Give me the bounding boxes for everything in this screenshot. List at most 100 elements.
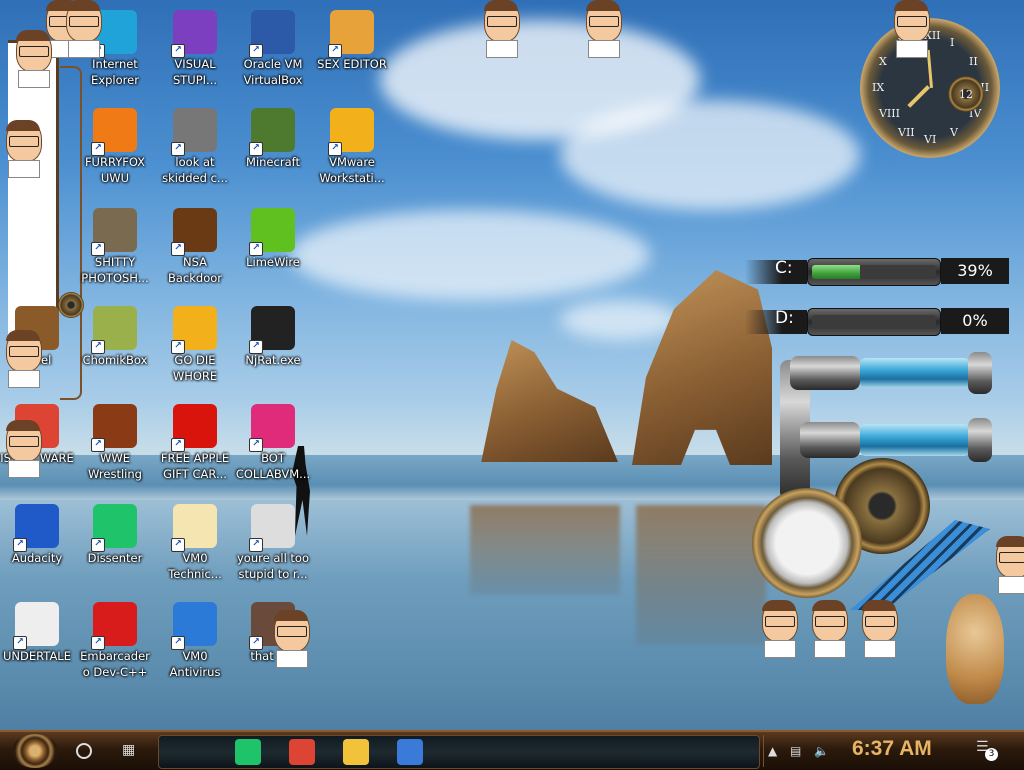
desktop-icon-label: FURRYFOX UWU [84, 155, 146, 185]
drive-meter-c: C: 39% [745, 254, 1010, 288]
desktop-icon[interactable]: ↗ ChomikBox [75, 302, 155, 392]
search-circle-icon[interactable] [76, 743, 92, 759]
shield-icon: ↗ [171, 602, 217, 650]
start-button[interactable] [12, 734, 58, 768]
desktop-icon[interactable]: ↗ VMware Workstati... [312, 104, 392, 194]
shortcut-arrow-icon: ↗ [249, 340, 263, 354]
cartoon-man-sticker [856, 600, 902, 658]
desktop-icon-label: NjRat.exe [245, 353, 301, 367]
sticker-body [8, 460, 40, 478]
glasses-icon [815, 616, 845, 627]
cartoon-man-sticker [580, 0, 626, 58]
desktop-icon[interactable]: ↗ look at skidded c... [155, 104, 235, 194]
desktop-icon[interactable]: ↗ BOT COLLABVM... [233, 400, 313, 490]
firefox-icon: ↗ [91, 108, 137, 156]
cartoon-man-sticker [0, 420, 46, 478]
desktop-icon-label: look at skidded c... [162, 155, 228, 185]
chrome-taskbar-icon[interactable] [289, 739, 315, 765]
desktop-icon[interactable]: ↗ Dissenter [75, 500, 155, 590]
cloud [560, 100, 860, 210]
desktop-icon[interactable]: ↗ FURRYFOX UWU [75, 104, 155, 194]
desktop-icon[interactable]: ↗ VM0 Antivirus [155, 598, 235, 688]
clock-numeral: VI [924, 133, 937, 146]
shortcut-arrow-icon: ↗ [13, 538, 27, 552]
limewire-icon: ↗ [249, 208, 295, 256]
glasses-icon [9, 436, 39, 447]
clock-time[interactable]: 6:37 AM [852, 737, 932, 761]
desktop-icon[interactable]: ↗ FREE APPLE GIFT CAR... [155, 400, 235, 490]
die-icon: ↗ [171, 306, 217, 354]
desktop-icon[interactable]: ↗ SHITTY PHOTOSH... [75, 204, 155, 294]
desktop-icon[interactable]: ↗ youre all too stupid to r... [233, 500, 313, 590]
desktop-icon[interactable]: ↗ GO DIE WHORE [155, 302, 235, 392]
shortcut-arrow-icon: ↗ [171, 242, 185, 256]
desktop-icon[interactable]: ↗ VISUAL STUPI... [155, 6, 235, 96]
cloud [560, 300, 680, 340]
desktop-icon[interactable]: ↗ Minecraft [233, 104, 313, 194]
sticker-hair [6, 330, 40, 341]
desktop-icon-label: SEX EDITOR [317, 57, 387, 71]
desktop-icon-label: VM0 Technic... [168, 551, 222, 581]
apple-icon: ↗ [171, 404, 217, 452]
desktop-icon[interactable]: ↗ NSA Backdoor [155, 204, 235, 294]
technician-icon: ↗ [171, 504, 217, 552]
clock-numeral: VIII [878, 107, 900, 120]
task-view-icon[interactable]: ▦ [122, 742, 140, 758]
desktop-icon[interactable]: ↗ Oracle VM VirtualBox [233, 6, 313, 96]
shortcut-arrow-icon: ↗ [91, 242, 105, 256]
network-app-taskbar-icon[interactable] [397, 739, 423, 765]
sticker-body [864, 640, 896, 658]
unity-icon: ↗ [13, 602, 59, 650]
clock-numeral: VII [898, 126, 915, 140]
desktop-icon-label: BOT COLLABVM... [235, 451, 311, 481]
desktop-icon[interactable]: ↗ Embarcadero Dev-C++ [75, 598, 155, 688]
desktop-icon[interactable]: ↗ UNDERTALE [0, 598, 77, 688]
sticker-hair [812, 600, 846, 611]
glasses-icon [19, 46, 49, 57]
hamster-sticker [946, 594, 1004, 704]
network-icon[interactable]: ▤ [790, 744, 804, 758]
desktop-icon[interactable]: ↗ LimeWire [233, 204, 313, 294]
minecraft-icon: ↗ [249, 108, 295, 156]
steam-pipe-horizontal [800, 422, 860, 458]
desktop-icon[interactable]: ↗ SEX EDITOR [312, 6, 392, 96]
shortcut-arrow-icon: ↗ [249, 242, 263, 256]
cpu-meter-tube [860, 358, 970, 388]
shortcut-arrow-icon: ↗ [249, 538, 263, 552]
desktop-icon[interactable]: ↗ WWE Wrestling [75, 400, 155, 490]
portrait-icon: ↗ [249, 504, 295, 552]
shortcut-arrow-icon: ↗ [171, 636, 185, 650]
sticker-body [8, 370, 40, 388]
sticker-hair [6, 120, 40, 131]
sticker-body [764, 640, 796, 658]
glasses-icon [765, 616, 795, 627]
volume-muted-icon[interactable]: 🔈 [814, 744, 829, 758]
cartoon-man-sticker [806, 600, 852, 658]
glasses-icon [999, 552, 1024, 563]
hex-editor-icon: ↗ [328, 10, 374, 58]
sticker-hair [996, 536, 1024, 547]
file-explorer-taskbar-icon[interactable] [343, 739, 369, 765]
nsa-backdoor-icon: ↗ [171, 208, 217, 256]
desktop-icon-label: SHITTY PHOTOSH... [81, 255, 149, 285]
shortcut-arrow-icon: ↗ [13, 636, 27, 650]
shortcut-arrow-icon: ↗ [249, 142, 263, 156]
glasses-icon [69, 16, 99, 27]
desktop-icon-label: Internet Explorer [91, 57, 139, 87]
clock-numeral: X [878, 55, 887, 68]
sticker-hair [66, 0, 100, 11]
visual-studio-icon: ↗ [171, 10, 217, 58]
desktop-icon[interactable]: ↗ NjRat.exe [233, 302, 313, 392]
vmware-icon: ↗ [328, 108, 374, 156]
drive-usage-fill [812, 265, 861, 279]
cartoon-man-sticker [756, 600, 802, 658]
sticker-body [68, 40, 100, 58]
show-hidden-icons-icon[interactable]: ▲ [768, 744, 782, 758]
desktop-icon[interactable]: ↗ VM0 Technic... [155, 500, 235, 590]
desktop-icon[interactable]: ↗ Audacity [0, 500, 77, 590]
dissenter-taskbar-icon[interactable] [235, 739, 261, 765]
windows-stack-icon: ↗ [171, 108, 217, 156]
cartoon-man-sticker [0, 330, 46, 388]
notification-count-badge: 3 [985, 748, 998, 761]
glasses-icon [9, 346, 39, 357]
